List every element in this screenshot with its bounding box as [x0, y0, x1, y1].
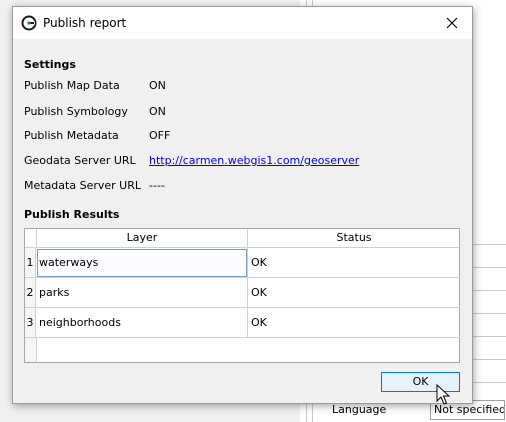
row-number[interactable]: 1 [25, 248, 36, 278]
app-logo-icon [21, 15, 37, 31]
dialog-title: Publish report [43, 16, 127, 30]
language-label: Language [332, 403, 387, 416]
status-cell[interactable]: OK [248, 278, 460, 308]
mouse-cursor-icon [436, 384, 451, 405]
table-corner[interactable] [25, 229, 37, 247]
geodata-server-link[interactable]: http://carmen.webgis1.com/geoserver [149, 154, 359, 167]
setting-label: Publish Symbology [24, 105, 128, 118]
column-header-status[interactable]: Status [248, 229, 460, 247]
settings-heading: Settings [24, 58, 76, 71]
close-icon [446, 17, 458, 29]
layer-cell[interactable]: neighborhoods [36, 308, 248, 338]
setting-label: Geodata Server URL [24, 154, 136, 167]
publish-results-table: Layer Status 1 waterways OK 2 parks OK 3… [24, 228, 460, 363]
setting-label: Metadata Server URL [24, 179, 141, 192]
layer-cell[interactable]: parks [36, 278, 248, 308]
layer-cell[interactable]: waterways [36, 248, 248, 278]
setting-value: ON [149, 105, 166, 118]
table-row[interactable]: 3 neighborhoods OK [25, 308, 460, 338]
setting-value: OFF [149, 129, 171, 142]
setting-value: ON [149, 79, 166, 92]
setting-label: Publish Metadata [24, 129, 119, 142]
table-row[interactable]: 1 waterways OK [25, 248, 460, 278]
geodata-server-url-value: http://carmen.webgis1.com/geoserver [149, 154, 359, 167]
table-row[interactable]: 2 parks OK [25, 278, 460, 308]
status-cell[interactable]: OK [248, 248, 460, 278]
row-number[interactable]: 2 [25, 278, 36, 308]
close-button[interactable] [437, 9, 467, 37]
column-header-layer[interactable]: Layer [37, 229, 248, 247]
setting-value: ---- [149, 179, 165, 192]
setting-label: Publish Map Data [24, 79, 120, 92]
row-number[interactable]: 3 [25, 308, 36, 338]
status-cell[interactable]: OK [248, 308, 460, 338]
table-header: Layer Status [25, 229, 459, 248]
background-grid [470, 222, 506, 406]
title-bar: Publish report [13, 7, 472, 39]
publish-results-heading: Publish Results [24, 208, 120, 221]
publish-report-dialog: Publish report Settings Publish Map Data… [12, 6, 473, 404]
row-header-filler [25, 338, 37, 362]
